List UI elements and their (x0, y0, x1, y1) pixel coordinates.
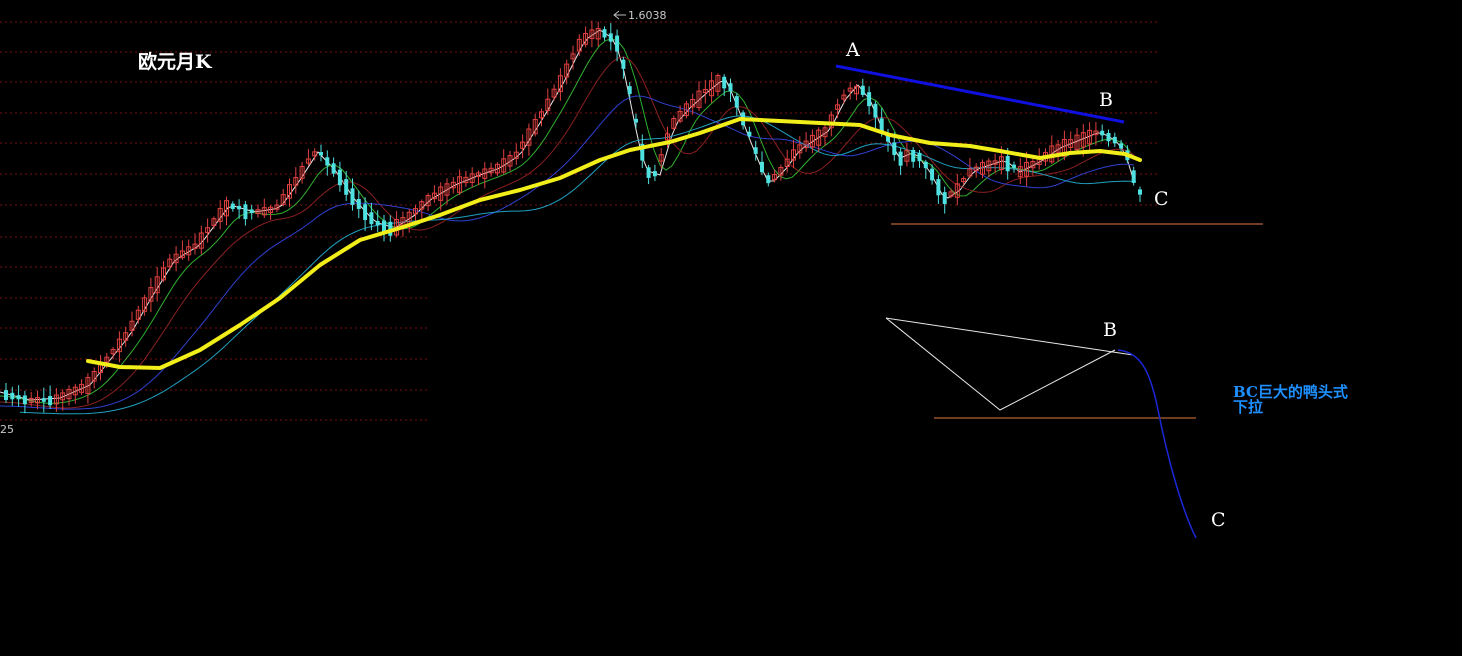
candle-body-55 (350, 188, 355, 205)
left-tick-label: 25 (0, 423, 14, 436)
point-label-a: A (845, 39, 860, 61)
candle-body-103 (652, 171, 657, 177)
moving-average-lines (0, 29, 1137, 415)
candle-body-2 (16, 395, 21, 400)
candle-body-102 (646, 167, 651, 178)
candle-body-57 (363, 204, 368, 220)
yellow-moving-average (86, 117, 1142, 370)
candle-body-137 (867, 92, 872, 107)
candle-body-50 (319, 152, 323, 156)
inset-drop-curve (1117, 349, 1197, 539)
inset-pattern-sketch (885, 317, 1116, 411)
ma-line-yellow (86, 117, 1142, 370)
inset-label-b: B (1103, 319, 1117, 341)
candle-body-37 (237, 205, 242, 210)
candle-body-54 (344, 179, 349, 195)
candle-body-51 (325, 157, 330, 166)
candle-body-174 (1100, 130, 1105, 136)
ma-line-green (0, 38, 1135, 404)
candle-body-177 (1119, 143, 1124, 149)
ma-line-red (0, 56, 1135, 409)
chart-title: 欧元月K (138, 50, 213, 73)
candle-body-98 (621, 59, 626, 69)
inset-label-c: C (1211, 509, 1226, 531)
candle-body-179 (1131, 170, 1136, 183)
candle-body-138 (873, 103, 878, 118)
candle-body-99 (627, 86, 632, 94)
point-label-b: B (1099, 89, 1113, 111)
candle-body-146 (923, 161, 928, 169)
candle-body-38 (243, 204, 248, 220)
candle-body-3 (22, 395, 27, 405)
candle-body-59 (375, 220, 380, 226)
candle-body-144 (911, 149, 916, 162)
candle-body-96 (608, 33, 613, 42)
candle-body-159 (1005, 155, 1010, 172)
trendline-a-b (835, 64, 1125, 124)
candle-body-58 (369, 212, 374, 225)
candle-body-52 (331, 163, 336, 174)
candle-body-97 (615, 35, 620, 52)
candle-body-145 (917, 152, 922, 162)
euro-monthly-candlestick-chart: 欧元月K 1.6038 25 A B C B C BC巨大的鸭头式 下拉 (0, 9, 1348, 539)
peak-value-label: 1.6038 (628, 9, 667, 22)
candle-body-1 (10, 392, 15, 400)
candle-body-6 (41, 398, 46, 402)
candle-body-142 (898, 151, 903, 166)
candle-body-39 (249, 209, 254, 214)
ma-line-white (0, 29, 1135, 401)
candle-body-115 (728, 83, 733, 92)
candle-body-95 (602, 29, 607, 38)
candle-body-136 (860, 85, 865, 95)
inset-top-line (885, 317, 1134, 356)
candle-body-160 (1012, 164, 1016, 168)
candle-body-36 (230, 203, 235, 209)
candle-body-116 (734, 96, 739, 108)
candle-body-100 (634, 118, 638, 123)
candle-body-56 (356, 198, 361, 209)
ma-line-cyan (19, 115, 1137, 415)
candle-body-149 (942, 192, 947, 205)
point-label-c: C (1154, 188, 1169, 210)
candle-body-121 (766, 175, 771, 184)
candle-body-180 (1138, 189, 1142, 195)
candle-body-120 (760, 161, 764, 173)
annotation-line-2: 下拉 (1233, 398, 1263, 416)
candle-body-119 (753, 147, 758, 154)
candle-body-175 (1106, 132, 1111, 142)
candle-body-141 (892, 142, 897, 156)
candlesticks (4, 20, 1142, 414)
candle-body-176 (1112, 136, 1117, 144)
candle-body-0 (4, 390, 8, 400)
candle-body-114 (722, 76, 727, 89)
candle-body-148 (936, 179, 941, 196)
candle-body-118 (747, 131, 752, 137)
candle-body-7 (48, 396, 53, 406)
candle-body-147 (930, 168, 935, 181)
labels: 欧元月K 1.6038 25 A B C B C BC巨大的鸭头式 下拉 (0, 9, 1348, 531)
candle-body-53 (337, 169, 342, 186)
